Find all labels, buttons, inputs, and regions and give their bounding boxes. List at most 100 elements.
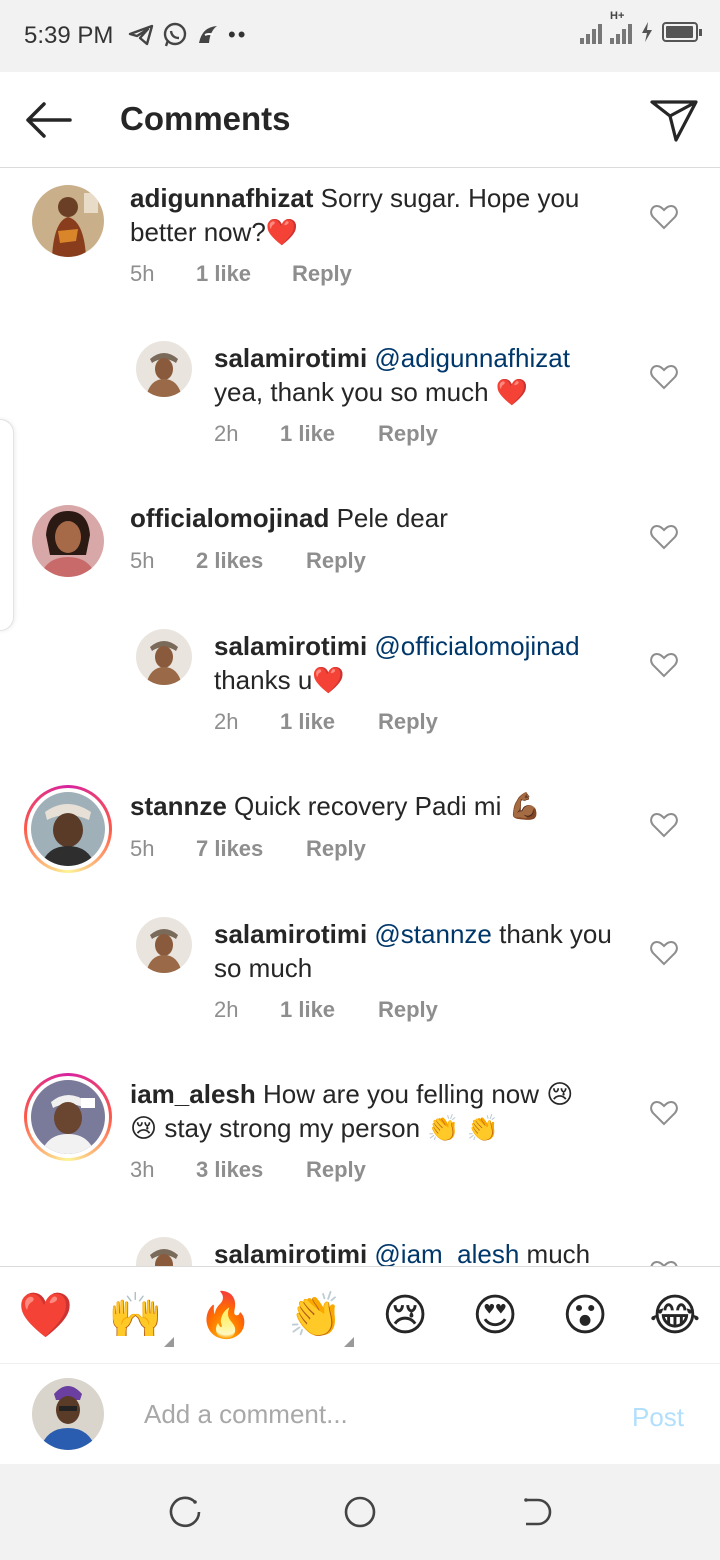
- emoji-laughing-button[interactable]: 😂: [648, 1289, 702, 1343]
- comment-meta: 2h 1 like Reply: [214, 997, 438, 1023]
- network-type: H+: [610, 10, 625, 22]
- comment-text: salamirotimi @iam_alesh much: [214, 1237, 614, 1266]
- user-avatar: [31, 1080, 105, 1154]
- comment-input[interactable]: [144, 1392, 584, 1436]
- like-heart-icon[interactable]: [650, 940, 678, 966]
- comments-list[interactable]: adigunnafhizat Sorry sugar. Hope you bet…: [0, 169, 720, 1266]
- mention-link[interactable]: @adigunnafhizat: [374, 343, 570, 373]
- comment-meta: 5h 2 likes Reply: [130, 548, 366, 574]
- comment-username[interactable]: adigunnafhizat: [130, 183, 313, 213]
- mention-link[interactable]: @stannze: [374, 919, 491, 949]
- emoji-crying-button[interactable]: 😢: [378, 1289, 432, 1343]
- comment-time: 2h: [214, 997, 239, 1022]
- comment-body: Quick recovery Padi mi 💪🏾: [234, 791, 541, 821]
- comment-text: salamirotimi @adigunnafhizat yea, thank …: [214, 341, 614, 409]
- status-dots: ••: [228, 22, 248, 47]
- comment-likes[interactable]: 7 likes: [196, 836, 306, 862]
- comment-input-row: Post: [0, 1364, 720, 1464]
- user-avatar: [31, 792, 105, 866]
- status-app-icons: ••: [128, 22, 247, 48]
- comment-username[interactable]: salamirotimi: [214, 919, 367, 949]
- avatar[interactable]: [32, 505, 104, 577]
- comment-username[interactable]: salamirotimi: [214, 343, 367, 373]
- like-heart-icon[interactable]: [650, 364, 678, 390]
- comment-likes[interactable]: 1 like: [280, 421, 378, 447]
- emoji-glyph: 🙌: [108, 1291, 163, 1340]
- battery-icon: [662, 22, 702, 42]
- comment-likes[interactable]: 1 like: [280, 709, 378, 735]
- system-nav-bar: [0, 1464, 720, 1560]
- direct-send-button[interactable]: [646, 94, 702, 146]
- back-nav-icon[interactable]: [516, 1494, 552, 1530]
- comment-body: yea, thank you so much ❤️: [214, 377, 529, 407]
- avatar[interactable]: [136, 1237, 192, 1266]
- comment-time: 3h: [130, 1157, 155, 1182]
- comment-likes[interactable]: 2 likes: [196, 548, 306, 574]
- reply-button[interactable]: Reply: [378, 709, 438, 735]
- reply-button[interactable]: Reply: [292, 261, 352, 287]
- app-icon: [199, 26, 217, 43]
- emoji-fire-button[interactable]: 🔥: [198, 1289, 253, 1343]
- reply-button[interactable]: Reply: [306, 548, 366, 574]
- comment-username[interactable]: iam_alesh: [130, 1079, 256, 1109]
- avatar[interactable]: [136, 341, 192, 397]
- avatar[interactable]: [136, 629, 192, 685]
- page-title: Comments: [120, 100, 291, 137]
- comment-meta: 2h 1 like Reply: [214, 709, 438, 735]
- whatsapp-icon: [163, 22, 187, 47]
- comment-body: much: [526, 1239, 591, 1266]
- user-avatar: [32, 505, 104, 577]
- side-edge-tab[interactable]: [0, 419, 14, 631]
- like-heart-icon[interactable]: [650, 1100, 678, 1126]
- comment-meta: 5h 7 likes Reply: [130, 836, 366, 862]
- post-button[interactable]: Post: [632, 1402, 684, 1433]
- like-heart-icon[interactable]: [650, 524, 678, 550]
- emoji-reaction-bar: ❤️ 🙌 🔥 👏 😢 😍 😮 😂: [0, 1266, 720, 1364]
- avatar[interactable]: [136, 917, 192, 973]
- comment-likes[interactable]: 3 likes: [196, 1157, 306, 1183]
- user-avatar: [136, 1237, 192, 1266]
- comment-likes[interactable]: 1 like: [280, 997, 378, 1023]
- back-button[interactable]: [18, 94, 78, 146]
- comment-text: officialomojinad Pele dear: [130, 501, 590, 535]
- comment-username[interactable]: salamirotimi: [214, 1239, 367, 1266]
- comment-time: 2h: [214, 709, 239, 734]
- comment-text: stannze Quick recovery Padi mi 💪🏾: [130, 789, 590, 823]
- mention-link[interactable]: @iam_alesh: [374, 1239, 519, 1266]
- emoji-heart-eyes-button[interactable]: 😍: [468, 1289, 522, 1343]
- emoji-heart-button[interactable]: ❤️: [18, 1289, 73, 1343]
- comment-text: salamirotimi @stannze thank you so much: [214, 917, 614, 985]
- comment-username[interactable]: salamirotimi: [214, 631, 367, 661]
- comment-likes[interactable]: 1 like: [196, 261, 292, 287]
- comment-time: 5h: [130, 261, 155, 286]
- my-avatar: [32, 1378, 104, 1450]
- comment-username[interactable]: stannze: [130, 791, 227, 821]
- user-avatar: [136, 917, 192, 973]
- story-ring-avatar[interactable]: [24, 1073, 112, 1161]
- comment-time: 2h: [214, 421, 239, 446]
- comment-text: adigunnafhizat Sorry sugar. Hope you bet…: [130, 181, 590, 249]
- comment-username[interactable]: officialomojinad: [130, 503, 329, 533]
- comment-time: 5h: [130, 836, 155, 861]
- reply-button[interactable]: Reply: [306, 836, 366, 862]
- mention-link[interactable]: @officialomojinad: [374, 631, 579, 661]
- emoji-clap-button[interactable]: 👏: [288, 1289, 354, 1347]
- reply-button[interactable]: Reply: [306, 1157, 366, 1183]
- skin-tone-indicator: [164, 1337, 174, 1347]
- comment-text: salamirotimi @officialomojinad thanks u❤…: [214, 629, 614, 697]
- home-circle-icon[interactable]: [342, 1494, 378, 1530]
- story-ring-avatar[interactable]: [24, 785, 112, 873]
- emoji-raised-hands-button[interactable]: 🙌: [108, 1289, 174, 1347]
- reply-button[interactable]: Reply: [378, 421, 438, 447]
- emoji-surprised-button[interactable]: 😮: [558, 1289, 612, 1343]
- avatar[interactable]: [32, 185, 104, 257]
- like-heart-icon[interactable]: [650, 812, 678, 838]
- reply-button[interactable]: Reply: [378, 997, 438, 1023]
- direct-send-icon: [650, 100, 698, 142]
- like-heart-icon[interactable]: [650, 204, 678, 230]
- comment-meta: 2h 1 like Reply: [214, 421, 438, 447]
- status-time: 5:39 PM: [24, 22, 114, 49]
- like-heart-icon[interactable]: [650, 652, 678, 678]
- emoji-glyph: 👏: [288, 1291, 343, 1340]
- recents-icon[interactable]: [168, 1494, 204, 1530]
